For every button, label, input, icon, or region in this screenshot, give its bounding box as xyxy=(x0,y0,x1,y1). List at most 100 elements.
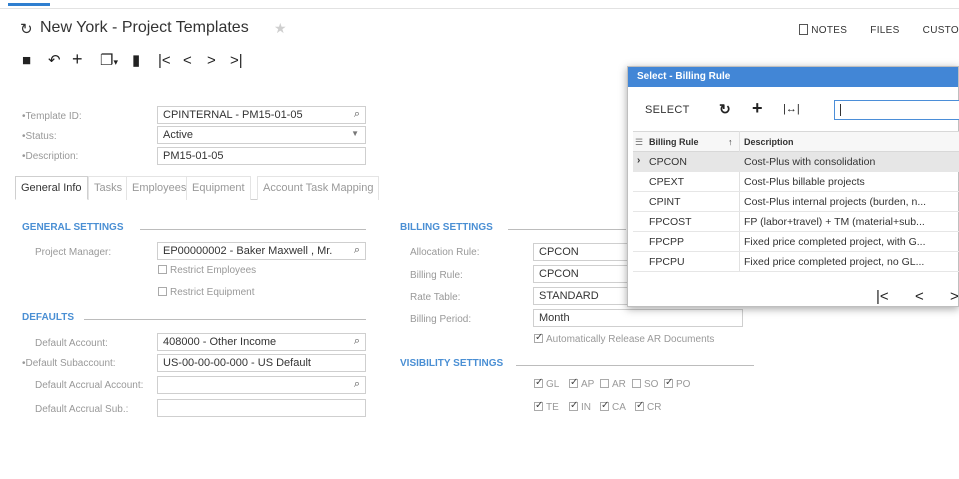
billing-period-label: Billing Period: xyxy=(410,314,472,325)
section-divider xyxy=(140,229,366,230)
status-select[interactable]: Active ▼ xyxy=(157,126,366,144)
checkbox-label: IN xyxy=(581,402,591,413)
visibility-so-checkbox[interactable]: SO xyxy=(632,379,658,391)
template-id-value: CPINTERNAL - PM15-01-05 xyxy=(163,109,303,121)
template-id-field[interactable]: CPINTERNAL - PM15-01-05 ⌕ xyxy=(157,106,366,124)
column-header-billing-rule[interactable]: Billing Rule xyxy=(649,137,699,147)
restrict-equipment-checkbox[interactable]: Restrict Equipment xyxy=(158,287,254,299)
default-subaccount-field[interactable]: US-00-00-00-000 - US Default xyxy=(157,354,366,372)
cell-rule: CPEXT xyxy=(649,176,685,188)
customization-link[interactable]: CUSTO xyxy=(923,25,959,36)
search-icon[interactable]: ⌕ xyxy=(354,378,360,391)
checkbox-icon xyxy=(569,400,578,412)
visibility-cr-checkbox[interactable]: CR xyxy=(635,400,661,414)
first-page-icon[interactable]: |< xyxy=(876,288,889,305)
refresh-icon[interactable]: ↻ xyxy=(20,20,33,38)
project-manager-field[interactable]: EP00000002 - Baker Maxwell , Mr. ⌕ xyxy=(157,242,366,260)
dialog-search-input[interactable] xyxy=(834,100,959,120)
files-link[interactable]: FILES xyxy=(870,25,899,36)
select-billing-rule-dialog: Select - Billing Rule SELECT ↻ + |↔| ☰ B… xyxy=(627,66,959,307)
auto-release-label: Automatically Release AR Documents xyxy=(546,334,715,345)
auto-release-checkbox[interactable]: Automatically Release AR Documents xyxy=(534,332,715,346)
first-icon[interactable]: |< xyxy=(158,52,171,70)
search-icon[interactable]: ⌕ xyxy=(354,335,360,348)
description-field[interactable]: PM15-01-05 xyxy=(157,147,366,165)
column-header-description[interactable]: Description xyxy=(744,137,794,147)
default-accrual-account-label: Default Accrual Account: xyxy=(35,380,144,391)
search-icon[interactable]: ⌕ xyxy=(354,108,360,121)
grid-row[interactable]: › CPCON Cost-Plus with consolidation xyxy=(633,152,959,172)
notes-link[interactable]: NOTES xyxy=(799,24,847,36)
cell-description: Cost-Plus billable projects xyxy=(744,176,865,188)
default-account-value: 408000 - Other Income xyxy=(163,336,277,348)
dialog-title: Select - Billing Rule xyxy=(628,67,958,87)
default-accrual-sub-field[interactable] xyxy=(157,399,366,417)
allocation-rule-field[interactable]: CPCON xyxy=(533,243,633,261)
checkbox-label: SO xyxy=(644,379,659,390)
project-manager-label: Project Manager: xyxy=(35,247,112,258)
default-subaccount-value: US-00-00-00-000 - US Default xyxy=(163,357,311,369)
visibility-te-checkbox[interactable]: TE xyxy=(534,400,559,414)
default-account-field[interactable]: 408000 - Other Income ⌕ xyxy=(157,333,366,351)
description-value: PM15-01-05 xyxy=(163,150,224,162)
tab-equipment[interactable]: Equipment xyxy=(186,176,251,200)
billing-rule-field[interactable]: CPCON xyxy=(533,265,633,283)
text-caret xyxy=(840,104,841,116)
undo-icon[interactable]: ↶ xyxy=(48,52,61,70)
billing-period-select[interactable]: Month xyxy=(533,309,743,327)
last-icon[interactable]: >| xyxy=(230,52,243,70)
grid-menu-icon[interactable]: ☰ xyxy=(635,137,643,148)
prev-page-icon[interactable]: < xyxy=(915,288,924,305)
checkbox-icon xyxy=(664,377,673,389)
checkbox-icon xyxy=(632,379,641,388)
checkbox-label: GL xyxy=(546,379,560,390)
template-id-label: Template ID: xyxy=(22,111,82,122)
billing-settings-title: BILLING SETTINGS xyxy=(400,222,493,233)
visibility-ca-checkbox[interactable]: CA xyxy=(600,400,626,414)
restrict-employees-checkbox[interactable]: Restrict Employees xyxy=(158,265,256,277)
tab-tasks[interactable]: Tasks xyxy=(88,176,129,200)
main-toolbar: ■ ↶ + ❐▾ ▮ |< < > >| xyxy=(0,50,620,74)
description-label: Description: xyxy=(22,151,79,162)
cell-description: Cost-Plus with consolidation xyxy=(744,156,876,168)
prev-icon[interactable]: < xyxy=(183,52,192,70)
visibility-gl-checkbox[interactable]: GL xyxy=(534,377,560,391)
fit-columns-icon[interactable]: |↔| xyxy=(783,103,800,115)
rate-table-field[interactable]: STANDARD xyxy=(533,287,633,305)
visibility-po-checkbox[interactable]: PO xyxy=(664,377,691,391)
add-icon[interactable]: + xyxy=(72,50,83,68)
tab-employees[interactable]: Employees xyxy=(126,176,193,200)
checkbox-icon xyxy=(569,377,578,389)
next-icon[interactable]: > xyxy=(207,52,216,70)
visibility-in-checkbox[interactable]: IN xyxy=(569,400,591,414)
grid-row[interactable]: CPINT Cost-Plus internal projects (burden… xyxy=(633,192,959,212)
select-button[interactable]: SELECT xyxy=(645,104,690,116)
tab-general-info[interactable]: General Info xyxy=(15,176,88,200)
save-icon[interactable]: ■ xyxy=(22,52,31,70)
checkbox-icon xyxy=(534,332,543,344)
copy-icon[interactable]: ❐▾ xyxy=(100,52,118,71)
billing-rule-label: Billing Rule: xyxy=(410,270,463,281)
billing-rule-value: CPCON xyxy=(539,268,579,280)
next-page-icon[interactable]: > xyxy=(950,288,959,305)
cell-description: Fixed price completed project, no GL... xyxy=(744,256,925,268)
grid-row[interactable]: FPCOST FP (labor+travel) + TM (material+s… xyxy=(633,212,959,232)
grid-row[interactable]: CPEXT Cost-Plus billable projects xyxy=(633,172,959,192)
delete-icon[interactable]: ▮ xyxy=(132,52,140,70)
visibility-ap-checkbox[interactable]: AP xyxy=(569,377,594,391)
checkbox-label: PO xyxy=(676,379,691,390)
refresh-icon[interactable]: ↻ xyxy=(719,101,731,118)
default-accrual-sub-label: Default Accrual Sub.: xyxy=(35,404,129,415)
grid-row[interactable]: FPCPP Fixed price completed project, with… xyxy=(633,232,959,252)
default-accrual-account-field[interactable]: ⌕ xyxy=(157,376,366,394)
grid-header: ☰ Billing Rule ↑ Description xyxy=(633,131,959,152)
add-icon[interactable]: + xyxy=(752,98,763,119)
project-manager-value: EP00000002 - Baker Maxwell , Mr. xyxy=(163,245,333,257)
accent-bar xyxy=(8,3,50,6)
visibility-ar-checkbox[interactable]: AR xyxy=(600,379,626,391)
favorite-star-icon[interactable]: ★ xyxy=(274,20,287,37)
search-icon[interactable]: ⌕ xyxy=(354,244,360,257)
grid-row[interactable]: FPCPU Fixed price completed project, no G… xyxy=(633,252,959,272)
section-divider xyxy=(84,319,366,320)
tab-account-task-mapping[interactable]: Account Task Mapping xyxy=(257,176,380,200)
